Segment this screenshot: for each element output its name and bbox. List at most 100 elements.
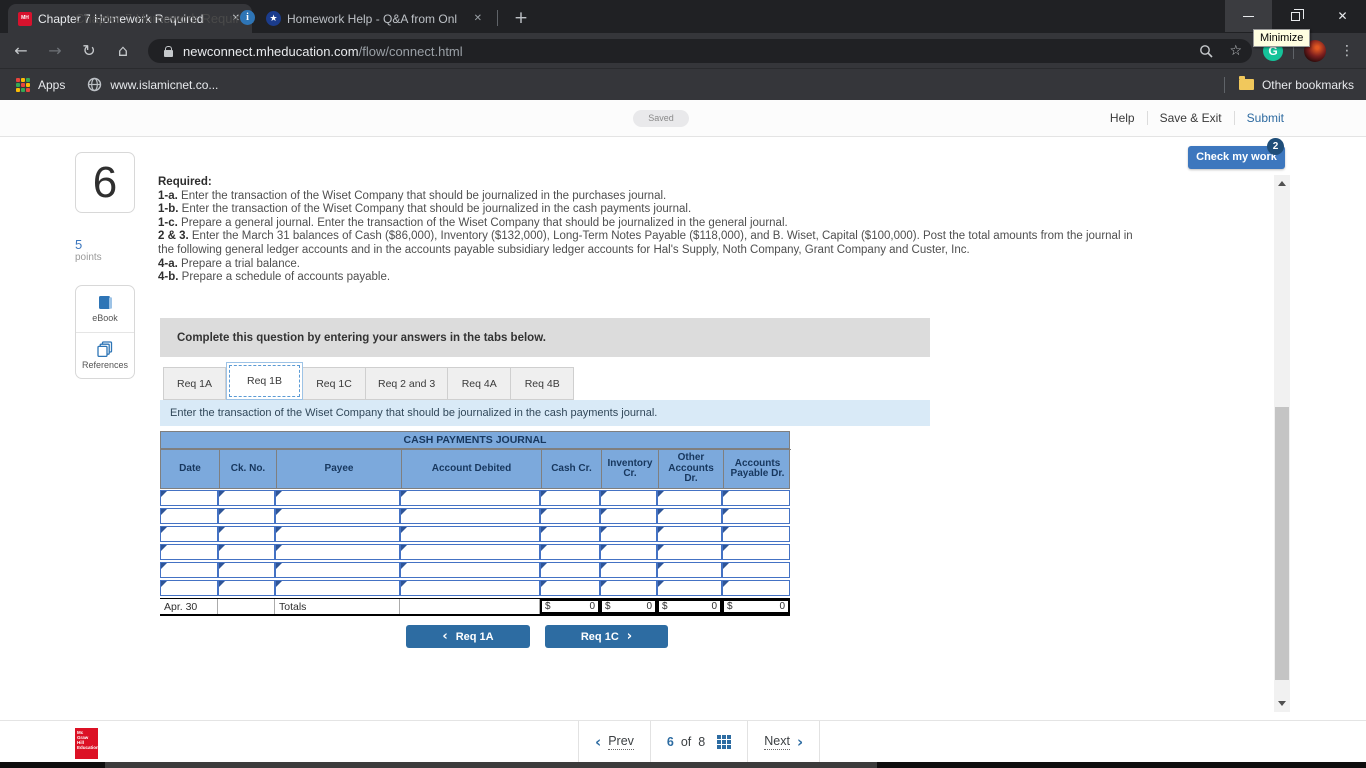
cell-ck-no[interactable] <box>218 508 275 524</box>
cell-ck-no[interactable] <box>218 544 275 560</box>
tab-req-4b[interactable]: Req 4B <box>511 367 575 400</box>
ebook-label: eBook <box>92 313 118 323</box>
cell-date[interactable] <box>160 526 218 542</box>
cell-date[interactable] <box>160 508 218 524</box>
help-link[interactable]: Help <box>1110 111 1135 125</box>
content-scrollbar[interactable] <box>1274 175 1290 712</box>
cell-date[interactable] <box>160 490 218 506</box>
prev-requirement-button[interactable]: ‹ Req 1A <box>406 625 530 648</box>
journal-title: CASH PAYMENTS JOURNAL <box>160 431 790 448</box>
cell-other-accounts-dr[interactable] <box>657 580 722 596</box>
cell-inventory-cr[interactable] <box>600 562 657 578</box>
cell-cash-cr[interactable] <box>540 490 600 506</box>
chevron-left-icon: ‹ <box>595 733 602 751</box>
tab-req-1a[interactable]: Req 1A <box>163 367 226 400</box>
cell-other-accounts-dr[interactable] <box>657 508 722 524</box>
scroll-up-arrow[interactable] <box>1278 181 1286 186</box>
window-minimize-button[interactable] <box>1225 0 1272 32</box>
cell-ck-no[interactable] <box>218 490 275 506</box>
cell-cash-cr[interactable] <box>540 580 600 596</box>
window-close-button[interactable]: ✕ <box>1319 0 1366 32</box>
cell-account-debited[interactable] <box>400 490 540 506</box>
tab-req-1c[interactable]: Req 1C <box>303 367 366 400</box>
cell-other-accounts-dr[interactable] <box>657 490 722 506</box>
apps-label[interactable]: Apps <box>38 78 65 92</box>
cell-date[interactable] <box>160 562 218 578</box>
cell-cash-cr[interactable] <box>540 508 600 524</box>
tab-title: Homework Help - Q&A from Onl <box>287 11 458 26</box>
cell-ck-no[interactable] <box>218 562 275 578</box>
folder-icon <box>1238 76 1254 90</box>
tab-req-1b[interactable]: Req 1B <box>226 362 303 400</box>
info-icon[interactable]: i <box>240 10 255 25</box>
window-bottom-edge <box>0 762 1366 768</box>
reload-icon[interactable]: ↻ <box>76 41 102 60</box>
cell-accounts-payable-dr[interactable] <box>722 526 790 542</box>
references-button[interactable]: References <box>76 332 134 378</box>
cell-payee[interactable] <box>275 580 400 596</box>
totals-date: Apr. 30 <box>160 599 218 614</box>
bookmark-star-icon[interactable]: ☆ <box>1229 43 1242 59</box>
cell-cash-cr[interactable] <box>540 526 600 542</box>
browser-tab-inactive[interactable]: ★ Homework Help - Q&A from Onl ✕ <box>256 4 494 33</box>
cell-accounts-payable-dr[interactable] <box>722 580 790 596</box>
cell-accounts-payable-dr[interactable] <box>722 544 790 560</box>
window-restore-button[interactable] <box>1272 0 1319 32</box>
forward-icon[interactable]: → <box>42 41 68 60</box>
cell-date[interactable] <box>160 544 218 560</box>
cell-accounts-payable-dr[interactable] <box>722 508 790 524</box>
cell-inventory-cr[interactable] <box>600 490 657 506</box>
scrollbar-thumb[interactable] <box>1275 407 1289 680</box>
zoom-icon[interactable] <box>1199 44 1214 58</box>
tab-req-2-and-3[interactable]: Req 2 and 3 <box>366 367 449 400</box>
cell-ck-no[interactable] <box>218 580 275 596</box>
cell-payee[interactable] <box>275 544 400 560</box>
scroll-down-arrow[interactable] <box>1278 701 1286 706</box>
cell-payee[interactable] <box>275 526 400 542</box>
submit-link[interactable]: Submit <box>1247 111 1284 125</box>
cell-cash-cr[interactable] <box>540 544 600 560</box>
ebook-button[interactable]: eBook <box>76 286 134 332</box>
saved-status-badge: Saved <box>633 110 689 127</box>
tab-req-4a[interactable]: Req 4A <box>448 367 512 400</box>
back-icon[interactable]: ← <box>8 41 34 60</box>
cell-other-accounts-dr[interactable] <box>657 562 722 578</box>
cell-account-debited[interactable] <box>400 580 540 596</box>
cell-inventory-cr[interactable] <box>600 526 657 542</box>
next-requirement-button[interactable]: Req 1C › <box>545 625 668 648</box>
cell-inventory-cr[interactable] <box>600 544 657 560</box>
next-question-button[interactable]: Next › <box>748 733 819 751</box>
save-exit-link[interactable]: Save & Exit <box>1160 111 1222 125</box>
cell-account-debited[interactable] <box>400 544 540 560</box>
cell-payee[interactable] <box>275 490 400 506</box>
home-icon[interactable]: ⌂ <box>110 41 136 60</box>
cell-inventory-cr[interactable] <box>600 580 657 596</box>
question-grid-icon[interactable] <box>717 735 732 749</box>
journal-row <box>160 544 790 560</box>
cell-ck-no[interactable] <box>218 526 275 542</box>
apps-grid-icon[interactable] <box>16 77 30 92</box>
cell-account-debited[interactable] <box>400 508 540 524</box>
other-bookmarks-button[interactable]: Other bookmarks <box>1262 78 1354 92</box>
cell-other-accounts-dr[interactable] <box>657 544 722 560</box>
cell-other-accounts-dr[interactable] <box>657 526 722 542</box>
column-header-payee: Payee <box>276 449 401 488</box>
required-item: 4-b. Prepare a schedule of accounts paya… <box>158 271 391 284</box>
cell-payee[interactable] <box>275 508 400 524</box>
new-tab-button[interactable]: + <box>508 5 534 31</box>
url-domain: newconnect.mheducation.com <box>183 43 359 59</box>
cell-account-debited[interactable] <box>400 562 540 578</box>
page-title: Chapter 7 Homework Required <box>75 11 255 26</box>
cell-date[interactable] <box>160 580 218 596</box>
browser-menu-icon[interactable]: ⋮ <box>1336 43 1358 59</box>
cell-accounts-payable-dr[interactable] <box>722 562 790 578</box>
tab-close-icon[interactable]: ✕ <box>470 11 486 26</box>
cell-account-debited[interactable] <box>400 526 540 542</box>
cell-inventory-cr[interactable] <box>600 508 657 524</box>
cell-payee[interactable] <box>275 562 400 578</box>
address-bar[interactable]: newconnect.mheducation.com/flow/connect.… <box>148 39 1252 63</box>
bookmark-item[interactable]: www.islamicnet.co... <box>110 78 218 92</box>
cell-cash-cr[interactable] <box>540 562 600 578</box>
prev-question-button[interactable]: ‹ Prev <box>579 733 650 751</box>
cell-accounts-payable-dr[interactable] <box>722 490 790 506</box>
